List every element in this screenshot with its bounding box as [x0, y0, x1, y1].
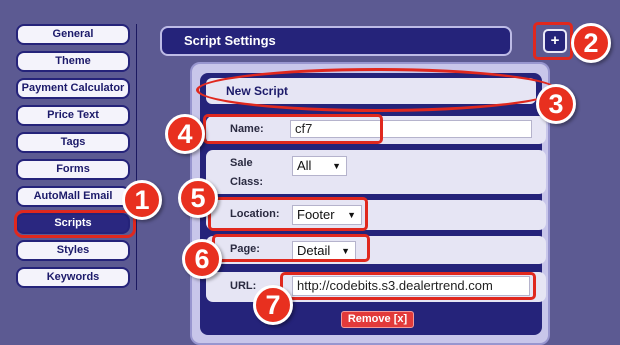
highlight-scripts: [14, 210, 136, 238]
sidebar-item-theme[interactable]: Theme: [16, 51, 130, 72]
highlight-page: [212, 234, 370, 262]
sidebar-item-tags[interactable]: Tags: [16, 132, 130, 153]
sidebar-item-general[interactable]: General: [16, 24, 130, 45]
sale-class-select[interactable]: All ▼: [292, 156, 347, 176]
annotation-badge-1: 1: [122, 180, 162, 220]
remove-button[interactable]: Remove [x]: [341, 311, 414, 328]
annotation-badge-7: 7: [253, 285, 293, 325]
chevron-down-icon: ▼: [332, 161, 341, 171]
sale-class-label-2: Class:: [230, 176, 264, 188]
highlight-name: [203, 114, 383, 144]
sidebar-item-styles[interactable]: Styles: [16, 240, 130, 261]
url-label: URL:: [230, 280, 257, 292]
section-header[interactable]: Script Settings: [160, 26, 512, 56]
annotation-badge-2: 2: [571, 23, 611, 63]
sidebar-item-keywords[interactable]: Keywords: [16, 267, 130, 288]
annotation-badge-5: 5: [178, 178, 218, 218]
annotation-badge-6: 6: [182, 239, 222, 279]
sidebar-item-payment-calculator[interactable]: Payment Calculator: [16, 78, 130, 99]
highlight-title: [196, 68, 558, 112]
sidebar-divider: [136, 24, 137, 290]
highlight-location: [208, 197, 368, 231]
sale-class-value: All: [297, 158, 312, 173]
highlight-add: [533, 22, 573, 60]
highlight-url: [280, 272, 536, 300]
sidebar-item-automall-email[interactable]: AutoMall Email: [16, 186, 130, 207]
sidebar-item-forms[interactable]: Forms: [16, 159, 130, 180]
sale-class-label-1: Sale: [230, 157, 253, 169]
sidebar-item-price-text[interactable]: Price Text: [16, 105, 130, 126]
annotation-badge-3: 3: [536, 84, 576, 124]
annotation-badge-4: 4: [165, 114, 205, 154]
